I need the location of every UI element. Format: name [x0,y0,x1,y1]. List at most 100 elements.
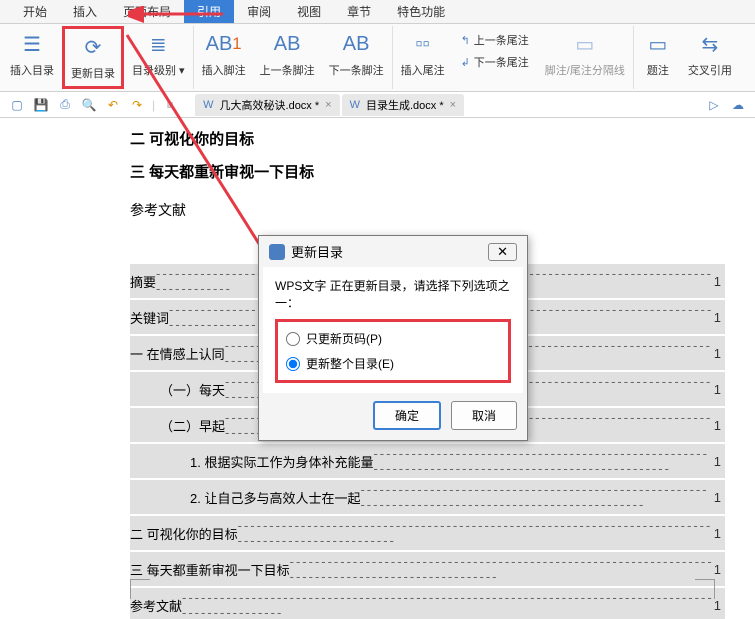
document-tab-1[interactable]: W 几大高效秘诀.docx * × [195,94,339,116]
dropdown-icon[interactable]: ≡ [161,96,179,114]
menu-insert[interactable]: 插入 [60,0,110,23]
tab-2-label: 目录生成.docx * [366,97,444,113]
prev-endnote-button[interactable]: ↰上一条尾注 [457,30,533,50]
toc-page: 1 [714,454,721,469]
refresh-icon: ⟳ [77,31,109,63]
caption-icon: ▭ [642,28,674,60]
radio-page-only-input[interactable] [286,332,300,346]
tab-2-close[interactable]: × [450,99,456,111]
ok-button[interactable]: 确定 [373,401,441,430]
dialog-close-button[interactable]: ✕ [488,243,517,261]
wps-logo-icon [269,244,285,260]
caption-button[interactable]: ▭ 题注 [636,26,680,89]
heading-3: 三 每天都重新审视一下目标 [130,161,725,182]
toc-page: 1 [714,274,721,289]
radio-full-toc-input[interactable] [286,357,300,371]
level-icon: ≣ [142,28,174,60]
menu-review[interactable]: 审阅 [234,0,284,23]
doc-icon: W [350,99,360,111]
toc-text: 一 在情感上认同 [130,344,225,363]
toc-text: 摘要 [130,272,156,291]
redo-icon[interactable]: ↷ [128,96,146,114]
toc-text: 1. 根据实际工作为身体补充能量 [190,452,373,471]
tab-1-label: 几大高效秘诀.docx * [220,97,320,113]
cancel-button[interactable]: 取消 [451,401,517,430]
dialog-title: 更新目录 [291,242,343,261]
heading-references: 参考文献 [130,200,725,220]
toc-leader: ----------------------------------------… [373,446,713,476]
insert-endnote-label: 插入尾注 [401,62,445,78]
toc-line: 三 每天都重新审视一下目标---------------------------… [130,552,725,586]
print-icon[interactable]: ⎙ [56,96,74,114]
menu-bar: 开始 插入 页面布局 引用 审阅 视图 章节 特色功能 [0,0,755,24]
toc-page: 1 [714,526,721,541]
toc-line: 2. 让自己多与高效人士在一起-------------------------… [130,480,725,514]
cross-ref-button[interactable]: ⇆ 交叉引用 [682,26,738,89]
toc-text: 关键词 [130,308,169,327]
insert-footnote-button[interactable]: AB1 插入脚注 [196,26,252,89]
update-toc-button[interactable]: ⟳ 更新目录 [62,26,124,89]
radio-full-toc[interactable]: 更新整个目录(E) [286,351,500,376]
dialog-titlebar[interactable]: 更新目录 ✕ [259,236,527,267]
page-corner-right [695,579,715,599]
toc-page: 1 [714,562,721,577]
menu-view[interactable]: 视图 [284,0,334,23]
footnote-separator-button[interactable]: ▭ 脚注/尾注分隔线 [539,26,631,89]
toc-line: 参考文献------------------------------------… [130,588,725,619]
insert-toc-label: 插入目录 [10,62,54,78]
toc-leader: ----------------------------------------… [238,518,714,548]
toc-page: 1 [714,346,721,361]
radio-full-toc-label: 更新整个目录(E) [306,355,394,372]
radio-page-only-label: 只更新页码(P) [306,330,382,347]
quick-access-toolbar: ▢ 💾 ⎙ 🔍 ↶ ↷ | ≡ W 几大高效秘诀.docx * × W 目录生成… [0,92,755,118]
menu-chapter[interactable]: 章节 [334,0,384,23]
page-corner-left [130,579,150,599]
toc-line: 1. 根据实际工作为身体补充能量------------------------… [130,444,725,478]
toc-icon: ☰ [16,28,48,60]
ribbon: ☰ 插入目录 ⟳ 更新目录 ≣ 目录级别 ▾ AB1 插入脚注 AB 上一条脚注… [0,24,755,92]
toc-leader: ----------------------------------------… [360,482,713,512]
insert-toc-button[interactable]: ☰ 插入目录 [4,26,60,89]
cross-ref-icon: ⇆ [694,28,726,60]
toc-text: 三 每天都重新审视一下目标 [130,560,290,579]
cross-ref-label: 交叉引用 [688,62,732,78]
toc-leader: ----------------------------------------… [290,554,714,584]
toc-line: 二 可视化你的目标-------------------------------… [130,516,725,550]
toc-leader: ----------------------------------------… [182,590,714,619]
caption-label: 题注 [647,62,669,78]
update-toc-label: 更新目录 [71,65,115,81]
preview-icon[interactable]: 🔍 [80,96,98,114]
insert-endnote-button[interactable]: ▫▫ 插入尾注 [395,26,451,89]
radio-page-only[interactable]: 只更新页码(P) [286,326,500,351]
toc-level-button[interactable]: ≣ 目录级别 ▾ [126,26,191,89]
toc-text: （一）每天 [160,380,225,399]
menu-features[interactable]: 特色功能 [384,0,458,23]
menu-references[interactable]: 引用 [184,0,234,23]
prev-footnote-button[interactable]: AB 上一条脚注 [254,26,321,89]
endnote-icon: ▫▫ [407,28,439,60]
next-endnote-button[interactable]: ↲下一条尾注 [457,52,533,72]
heading-2: 二 可视化你的目标 [130,128,725,149]
toc-page: 1 [714,598,721,613]
new-icon[interactable]: ▢ [8,96,26,114]
toc-level-label: 目录级别 ▾ [132,62,185,78]
next-footnote-button[interactable]: AB 下一条脚注 [323,26,390,89]
menu-page-layout[interactable]: 页面布局 [110,0,184,23]
insert-footnote-label: 插入脚注 [202,62,246,78]
cloud-icon[interactable]: ☁ [729,96,747,114]
toc-text: 二 可视化你的目标 [130,524,238,543]
footnote-icon: AB1 [208,28,240,60]
document-tab-2[interactable]: W 目录生成.docx * × [342,94,464,116]
toc-page: 1 [714,418,721,433]
toc-page: 1 [714,382,721,397]
toc-page: 1 [714,490,721,505]
menu-start[interactable]: 开始 [10,0,60,23]
cloud-sync-icon[interactable]: ▷ [705,96,723,114]
dialog-prompt: WPS文字 正在更新目录，请选择下列选项之一： [275,277,511,311]
toc-page: 1 [714,310,721,325]
tab-1-close[interactable]: × [325,99,331,111]
toc-text: （二）早起 [160,416,225,435]
footnote-sep-label: 脚注/尾注分隔线 [545,62,625,78]
undo-icon[interactable]: ↶ [104,96,122,114]
save-icon[interactable]: 💾 [32,96,50,114]
